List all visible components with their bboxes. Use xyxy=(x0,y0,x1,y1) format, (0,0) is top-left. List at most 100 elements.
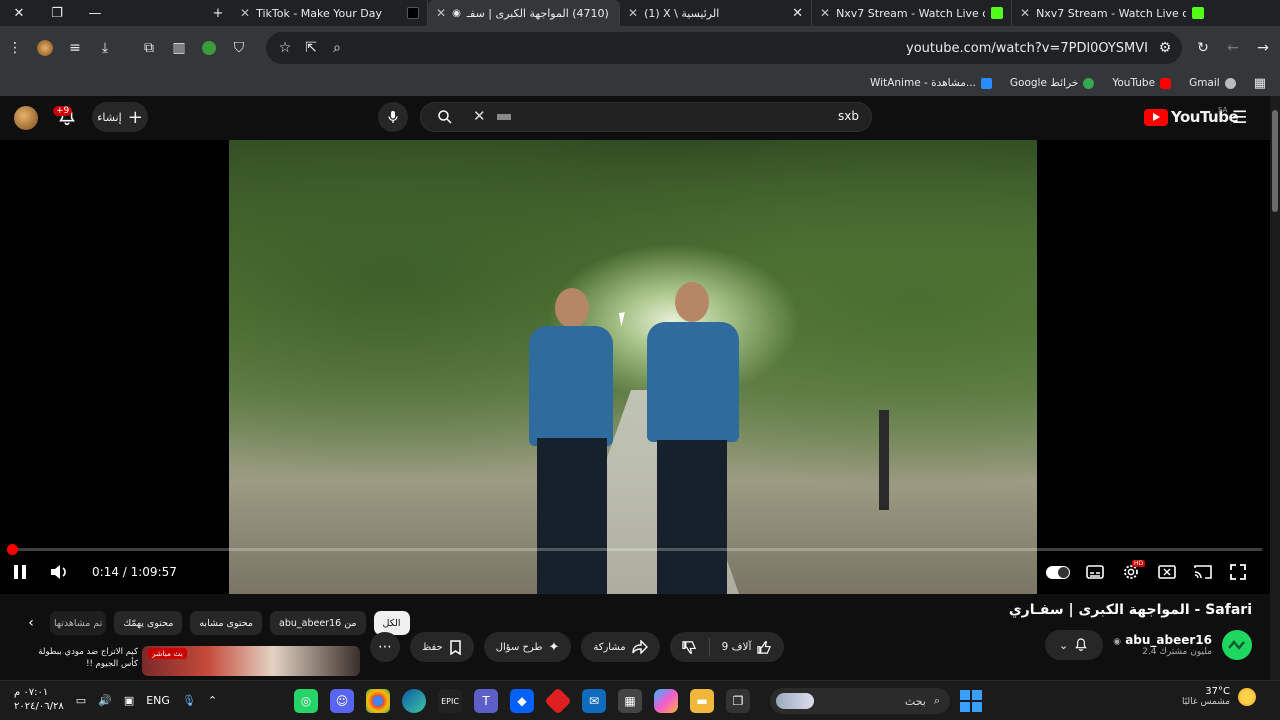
search-button[interactable] xyxy=(421,103,469,131)
bookmark-gmail[interactable]: Gmail xyxy=(1189,77,1236,89)
language-indicator[interactable]: ENG xyxy=(146,694,170,707)
speaker-icon[interactable]: 🔊 xyxy=(98,694,112,707)
epic-games-icon[interactable]: EPIC xyxy=(438,689,462,713)
search-box[interactable]: ✕ sxb xyxy=(420,102,872,132)
fullscreen-icon[interactable] xyxy=(1230,564,1246,580)
close-tab-icon[interactable]: ✕ xyxy=(820,6,830,20)
close-window-icon[interactable]: ✕ xyxy=(0,0,38,26)
clear-search-icon[interactable]: ✕ xyxy=(473,107,486,125)
whatsapp-icon[interactable]: ◎ xyxy=(294,689,318,713)
chrome-icon[interactable] xyxy=(366,689,390,713)
reading-list-icon[interactable]: ≡ xyxy=(60,33,90,63)
dropbox-icon[interactable]: ◆ xyxy=(510,689,534,713)
restore-window-icon[interactable]: ❐ xyxy=(38,0,76,26)
subscribed-button[interactable]: ⌄ xyxy=(1045,630,1104,660)
like-button[interactable]: 9 آلاف xyxy=(710,632,785,662)
dislike-button[interactable] xyxy=(670,632,709,662)
start-windows-icon[interactable] xyxy=(960,690,982,712)
close-tab-icon[interactable]: ✕ xyxy=(436,6,446,20)
autoplay-toggle[interactable] xyxy=(1046,566,1070,579)
bookmark-maps[interactable]: Google خرائط xyxy=(1010,77,1095,89)
adblock-icon[interactable] xyxy=(194,33,224,63)
pause-icon[interactable] xyxy=(12,564,28,580)
taskbar-apps: ◎ ☺ EPIC T ◆ ✉ ▦ ▬ ❐ xyxy=(294,687,750,715)
tab-kick-2[interactable]: ✕ Nxv7 Stream - Watch Live on K xyxy=(1012,0,1212,26)
back-icon[interactable]: → xyxy=(1248,33,1278,63)
settings-gear-icon[interactable]: HD xyxy=(1122,560,1146,581)
weather-widget[interactable]: 37°C مشمس غالبًا xyxy=(1182,686,1256,707)
page-scrollbar[interactable] xyxy=(1270,96,1280,680)
site-settings-icon[interactable]: ⚙ xyxy=(1150,33,1180,63)
tab-kick-1[interactable]: ✕ Nxv7 Stream - Watch Live on K xyxy=(812,0,1012,26)
search-input[interactable]: sxb xyxy=(838,109,859,123)
reload-icon[interactable]: ↻ xyxy=(1188,33,1218,63)
address-bar[interactable]: ☆ ⇱ ⌕ youtube.com/watch?v=7PDl0OYSMVI ⚙ xyxy=(266,32,1182,64)
teams-icon[interactable]: T xyxy=(474,689,498,713)
bookmark-witanime[interactable]: WitAnime - مشاهدة... xyxy=(870,77,992,89)
channel-name: abu_abeer16 xyxy=(1125,633,1212,647)
subtitles-icon[interactable] xyxy=(1086,564,1104,580)
audio-icon[interactable]: ◉ xyxy=(452,8,461,19)
tab-tiktok[interactable]: ✕ TikTok - Make Your Day xyxy=(232,0,428,26)
minimize-window-icon[interactable]: — xyxy=(76,0,114,26)
voice-search-button[interactable] xyxy=(378,102,408,132)
mic-tray-icon[interactable]: 🎙 xyxy=(182,694,196,707)
video-player[interactable]: 0:14 / 1:09:57 HD xyxy=(0,140,1270,594)
clock[interactable]: ٠٧:٠١ م ٢٠٢٤/٠٦/٢٨ xyxy=(14,686,64,714)
chip-watched[interactable]: تم مشاهدتها xyxy=(50,611,107,635)
bookmark-youtube[interactable]: YouTube xyxy=(1112,77,1172,89)
edge-icon[interactable] xyxy=(402,689,426,713)
close-tab-icon[interactable]: ✕ xyxy=(628,6,638,20)
account-avatar[interactable] xyxy=(14,106,38,130)
plus-icon: + xyxy=(127,106,143,128)
share-button[interactable]: مشاركة xyxy=(581,632,660,662)
related-video[interactable]: كيم الاتراج ضد مودي ببطولة كأس الجيوم !!… xyxy=(20,646,360,676)
outlook-icon[interactable]: ✉ xyxy=(582,689,606,713)
keyboard-icon[interactable] xyxy=(497,114,511,120)
extensions-icon[interactable]: ⧉ xyxy=(134,33,164,63)
chip-for-you[interactable]: محتوى يهمّك xyxy=(114,611,183,635)
progress-bar[interactable] xyxy=(6,544,1262,555)
channel-avatar[interactable] xyxy=(1222,630,1252,660)
copilot-icon[interactable] xyxy=(654,689,678,713)
red-app-icon[interactable] xyxy=(544,687,572,715)
close-tab-icon[interactable]: ✕ xyxy=(1020,6,1030,20)
chip-similar[interactable]: محتوى مشابه xyxy=(190,611,262,635)
profile-icon[interactable] xyxy=(30,33,60,63)
ask-button[interactable]: طرح سؤال ✦ xyxy=(483,632,572,662)
more-actions-button[interactable]: ⋯ xyxy=(370,632,400,662)
video-frame[interactable] xyxy=(229,140,1037,594)
guide-menu-icon[interactable]: ☰ xyxy=(1232,108,1247,128)
menu-dots-icon[interactable]: ⋮ xyxy=(0,33,30,63)
scrollbar-thumb[interactable] xyxy=(1272,110,1278,212)
close-tab-icon[interactable]: ✕ xyxy=(240,6,250,20)
taskbar-search[interactable]: بحث ⌕ xyxy=(770,688,950,714)
discord-icon[interactable]: ☺ xyxy=(330,689,354,713)
forward-icon[interactable]: ← xyxy=(1218,33,1248,63)
save-button[interactable]: حفظ xyxy=(410,632,474,662)
cast-icon[interactable] xyxy=(1194,564,1212,580)
extension-icon[interactable]: ▥ xyxy=(164,33,194,63)
tab-x[interactable]: ✕ (1) X \ الرئيسية ✕ xyxy=(620,0,812,26)
file-explorer-icon[interactable]: ▬ xyxy=(690,689,714,713)
store-icon[interactable]: ▦ xyxy=(618,689,642,713)
shield-icon[interactable]: ⛉ xyxy=(224,33,254,63)
chevron-left-icon[interactable]: ‹ xyxy=(20,611,42,635)
miniplayer-icon[interactable] xyxy=(1158,564,1176,580)
download-icon[interactable]: ⤓ xyxy=(90,33,120,63)
related-title: كيم الاتراج ضد مودي ببطولة كأس الجيوم !! xyxy=(38,647,138,669)
chip-from-channel[interactable]: من abu_abeer16 xyxy=(270,611,366,635)
youtube-icon xyxy=(1160,77,1172,89)
zoom-icon[interactable]: ⌕ xyxy=(322,33,352,63)
new-tab-icon[interactable]: + xyxy=(204,0,232,26)
network-icon[interactable]: ▣ xyxy=(124,694,134,707)
volume-icon[interactable] xyxy=(50,564,68,580)
chevron-up-icon[interactable]: ⌃ xyxy=(208,694,217,707)
progress-knob[interactable] xyxy=(6,544,18,555)
battery-icon[interactable]: ▭ xyxy=(76,694,86,707)
apps-grid-icon[interactable]: ▦ xyxy=(1254,76,1266,91)
task-view-icon[interactable]: ❐ xyxy=(726,689,750,713)
tab-youtube-active[interactable]: ✕ ◉ (4710) المواجهة الكبرى | سفـ xyxy=(428,0,620,26)
create-button[interactable]: إنشاء + xyxy=(92,102,148,132)
channel-name-link[interactable]: ◉ abu_abeer16 xyxy=(1113,633,1212,647)
